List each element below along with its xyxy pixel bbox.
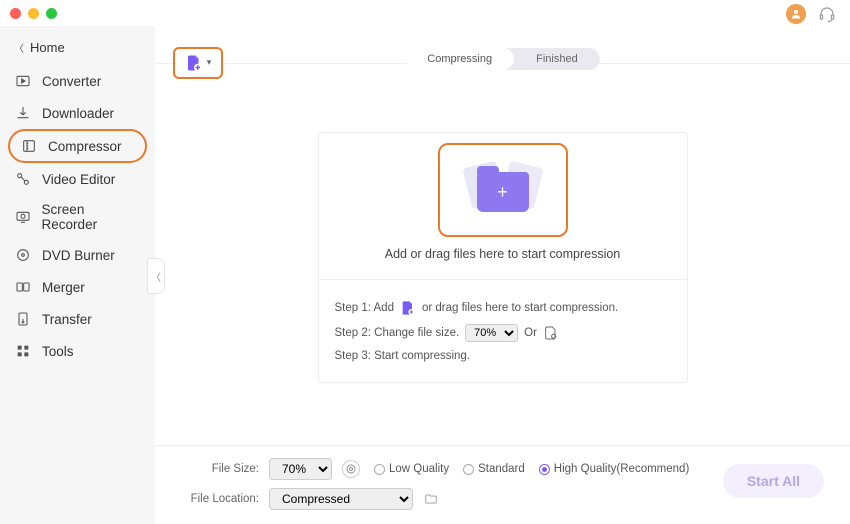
merger-icon: [14, 278, 32, 296]
sidebar-item-transfer[interactable]: Transfer: [0, 303, 155, 335]
sidebar-item-compressor[interactable]: Compressor: [8, 129, 147, 163]
home-label: Home: [30, 40, 65, 55]
step2-size-select[interactable]: 70%: [465, 324, 518, 342]
file-size-select[interactable]: 70%: [269, 458, 332, 480]
footer: File Size: 70% Low Quality Standard High…: [155, 445, 850, 524]
user-avatar[interactable]: [786, 4, 806, 24]
converter-icon: [14, 72, 32, 90]
file-settings-icon[interactable]: [543, 325, 559, 341]
step1-prefix: Step 1: Add: [335, 302, 394, 314]
dropzone[interactable]: +: [438, 143, 568, 237]
tab-compressing[interactable]: Compressing: [405, 48, 514, 70]
step2-prefix: Step 2: Change file size.: [335, 327, 460, 339]
sidebar-item-merger[interactable]: Merger: [0, 271, 155, 303]
video-editor-icon: [14, 170, 32, 188]
main-panel: ▾ Compressing Finished +: [155, 26, 850, 524]
caret-down-icon: ▾: [207, 57, 212, 68]
sidebar-item-label: Screen Recorder: [42, 202, 141, 232]
dropzone-caption: Add or drag files here to start compress…: [319, 247, 687, 261]
sidebar-item-label: Downloader: [42, 106, 114, 121]
step3-text: Step 3: Start compressing.: [335, 350, 471, 362]
sidebar: 〈 Home Converter Downloader Compressor V…: [0, 26, 155, 524]
preview-settings-button[interactable]: [342, 460, 360, 478]
tools-icon: [14, 342, 32, 360]
status-tabs: Compressing Finished: [405, 48, 599, 70]
sidebar-item-screen-recorder[interactable]: Screen Recorder: [0, 195, 155, 239]
start-all-button[interactable]: Start All: [723, 464, 824, 498]
step-2: Step 2: Change file size. 70% Or: [335, 324, 671, 342]
file-location-label: File Location:: [177, 493, 259, 505]
step1-suffix: or drag files here to start compression.: [422, 302, 618, 314]
zoom-window-button[interactable]: [46, 8, 57, 19]
add-file-button[interactable]: ▾: [173, 47, 223, 79]
file-plus-icon[interactable]: [400, 300, 416, 316]
drop-card: + Add or drag files here to start compre…: [318, 132, 688, 383]
steps-panel: Step 1: Add or drag files here to start …: [319, 279, 687, 382]
home-link[interactable]: 〈 Home: [0, 36, 155, 65]
minimize-window-button[interactable]: [28, 8, 39, 19]
quality-standard[interactable]: Standard: [463, 463, 525, 475]
quality-low[interactable]: Low Quality: [374, 463, 449, 475]
close-window-button[interactable]: [10, 8, 21, 19]
sidebar-item-label: Video Editor: [42, 172, 115, 187]
dvd-burner-icon: [14, 246, 32, 264]
sidebar-item-video-editor[interactable]: Video Editor: [0, 163, 155, 195]
file-plus-icon: [185, 54, 203, 72]
sidebar-item-label: Merger: [42, 280, 85, 295]
step-3: Step 3: Start compressing.: [335, 350, 671, 362]
sidebar-item-tools[interactable]: Tools: [0, 335, 155, 367]
downloader-icon: [14, 104, 32, 122]
step-1: Step 1: Add or drag files here to start …: [335, 300, 671, 316]
sidebar-item-label: DVD Burner: [42, 248, 115, 263]
file-size-label: File Size:: [177, 463, 259, 475]
compressor-icon: [20, 137, 38, 155]
screen-recorder-icon: [14, 208, 32, 226]
step2-or: Or: [524, 327, 537, 339]
sidebar-item-converter[interactable]: Converter: [0, 65, 155, 97]
sidebar-item-label: Converter: [42, 74, 101, 89]
sidebar-item-dvd-burner[interactable]: DVD Burner: [0, 239, 155, 271]
quality-radios: Low Quality Standard High Quality(Recomm…: [374, 463, 689, 475]
tab-finished[interactable]: Finished: [514, 48, 600, 70]
folder-plus-icon: +: [463, 162, 543, 218]
sidebar-collapse-toggle[interactable]: 〈: [147, 258, 165, 294]
sidebar-item-label: Compressor: [48, 139, 122, 154]
sidebar-item-label: Transfer: [42, 312, 92, 327]
sidebar-item-label: Tools: [42, 344, 74, 359]
workspace: + Add or drag files here to start compre…: [155, 64, 850, 445]
transfer-icon: [14, 310, 32, 328]
traffic-lights: [10, 8, 57, 19]
chevron-left-icon: 〈: [14, 40, 24, 55]
toolbar: ▾ Compressing Finished: [155, 26, 850, 64]
sidebar-item-downloader[interactable]: Downloader: [0, 97, 155, 129]
open-folder-icon[interactable]: [423, 492, 439, 506]
quality-high[interactable]: High Quality(Recommend): [539, 463, 690, 475]
window-titlebar: [0, 0, 850, 26]
support-icon[interactable]: [818, 5, 836, 23]
file-location-select[interactable]: Compressed: [269, 488, 413, 510]
